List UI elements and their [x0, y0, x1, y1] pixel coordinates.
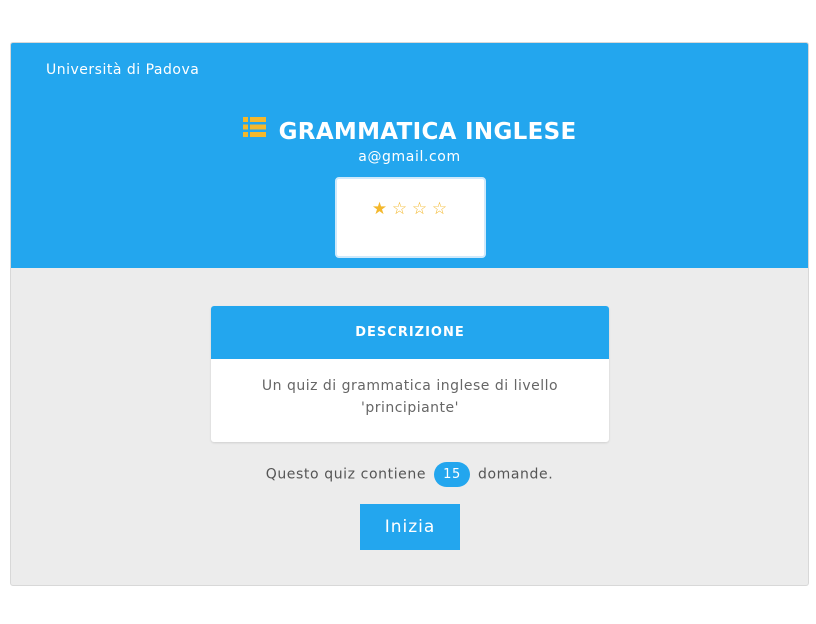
star-icon[interactable]: ☆: [430, 199, 450, 219]
description-text: Un quiz di grammatica inglese di livello…: [261, 378, 559, 416]
rating-box: ★ ☆ ☆ ☆: [335, 177, 486, 258]
count-prefix: Questo quiz contiene: [265, 466, 427, 483]
list-icon: [242, 117, 266, 141]
count-suffix: domande.: [477, 466, 554, 483]
star-icon[interactable]: ☆: [410, 199, 430, 219]
start-quiz-button[interactable]: Inizia: [360, 504, 460, 550]
star-icon[interactable]: ☆: [390, 199, 410, 219]
description-panel: DESCRIZIONE Un quiz di grammatica ingles…: [211, 306, 609, 442]
quiz-header: Università di Padova GRAMMATICA INGLESE …: [11, 43, 808, 268]
star-rating[interactable]: ★ ☆ ☆ ☆: [370, 199, 450, 219]
author-email: a@gmail.com: [358, 149, 461, 165]
quiz-title: GRAMMATICA INGLESE: [278, 119, 577, 145]
title-row: GRAMMATICA INGLESE: [11, 117, 808, 145]
question-count-row: Questo quiz contiene 15 domande.: [11, 462, 808, 487]
quiz-card: Università di Padova GRAMMATICA INGLESE …: [10, 42, 809, 586]
university-name: Università di Padova: [46, 62, 200, 78]
question-count-badge: 15: [434, 462, 470, 487]
star-icon[interactable]: ★: [370, 199, 390, 219]
description-heading: DESCRIZIONE: [211, 306, 609, 359]
